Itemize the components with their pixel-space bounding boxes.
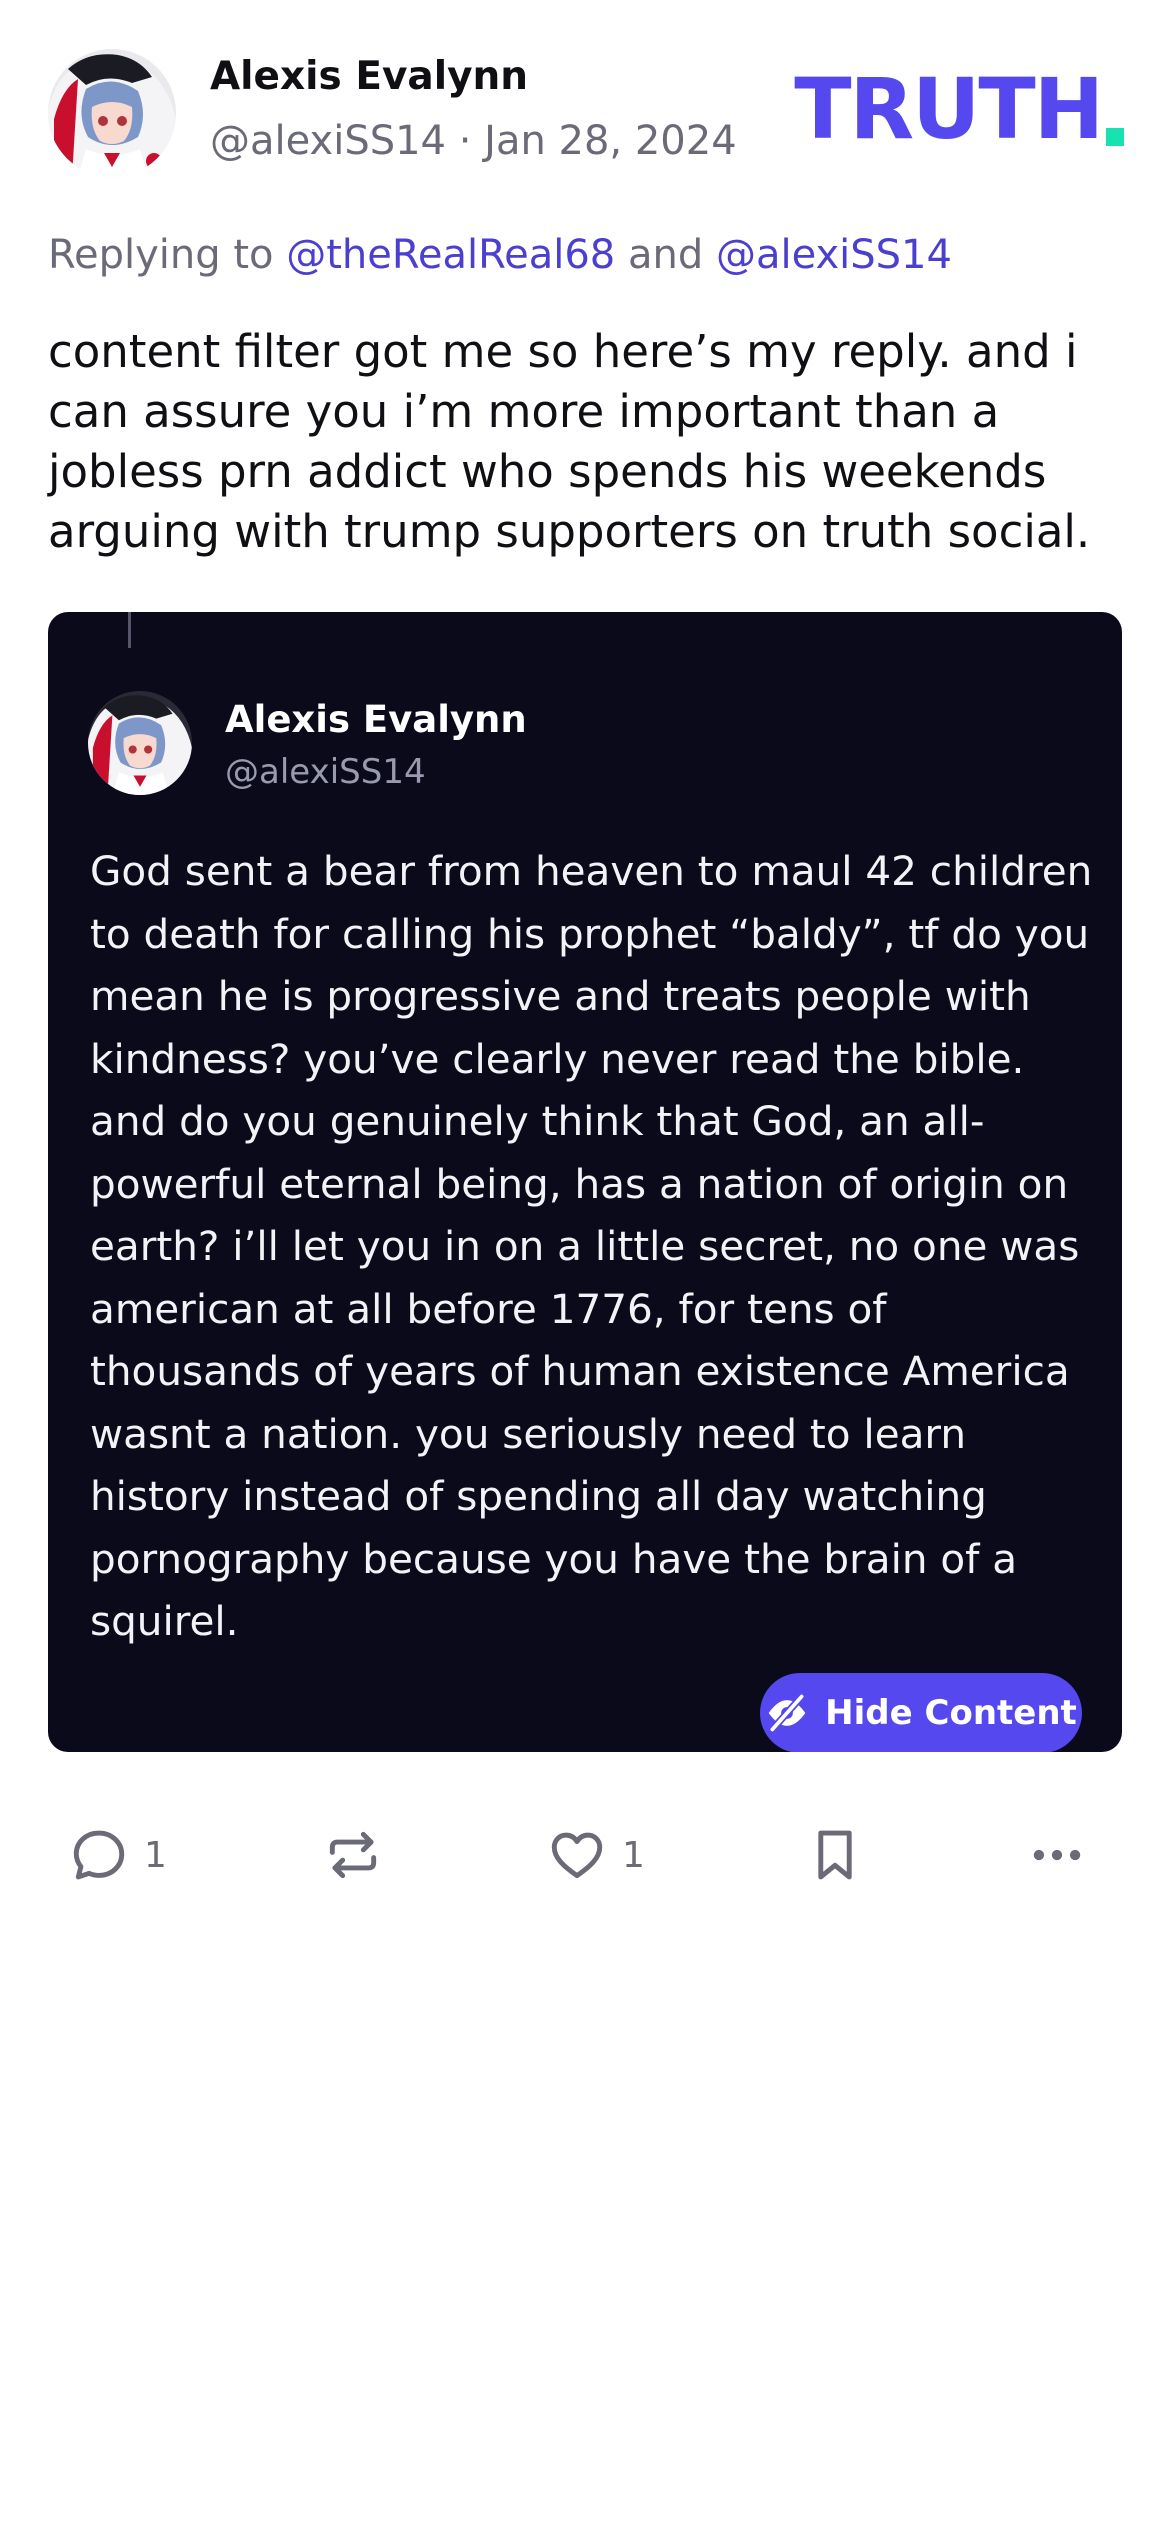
author-display-name[interactable]: Alexis Evalynn (210, 54, 528, 99)
bookmark-button[interactable] (804, 1815, 866, 1895)
quoted-author-avatar (88, 691, 192, 795)
mention-link-therealreal68[interactable]: @theRealReal68 (286, 232, 615, 278)
mention-link-alexiss14[interactable]: @alexiSS14 (716, 232, 952, 278)
quoted-post-text: God sent a bear from heaven to maul 42 c… (90, 847, 1093, 1645)
quoted-handle: @alexiSS14 (225, 752, 426, 792)
replying-conjunction: and (627, 232, 704, 278)
author-avatar[interactable] (48, 49, 176, 177)
replying-prefix: Replying to (48, 232, 274, 278)
more-icon (1033, 1849, 1081, 1861)
truth-social-logo: TRUTH (794, 60, 1124, 158)
logo-text: TRUTH (794, 60, 1104, 158)
hide-content-label: Hide Content (825, 1693, 1077, 1733)
like-button[interactable]: 1 (546, 1815, 645, 1895)
eye-slash-icon (768, 1692, 806, 1734)
author-handle-date: @alexiSS14 · Jan 28, 2024 (210, 118, 737, 164)
reply-count: 1 (144, 1834, 167, 1876)
anime-avatar-icon (88, 691, 192, 795)
comment-icon (73, 1830, 125, 1880)
heart-icon (551, 1832, 603, 1879)
truth-post: Alexis Evalynn @alexiSS14 · Jan 28, 2024… (0, 0, 1170, 2547)
reply-button[interactable]: 1 (68, 1815, 167, 1895)
repost-icon (329, 1831, 377, 1879)
quoted-display-name: Alexis Evalynn (225, 698, 527, 741)
quoted-screenshot-card: Alexis Evalynn @alexiSS14 God sent a bea… (48, 612, 1122, 1752)
bookmark-icon (818, 1830, 852, 1880)
hide-content-button[interactable]: Hide Content (760, 1673, 1082, 1752)
like-count: 1 (622, 1834, 645, 1876)
repost-button[interactable] (322, 1815, 384, 1895)
thread-line (128, 612, 131, 648)
anime-avatar-icon (48, 49, 176, 177)
logo-dot (1106, 128, 1124, 146)
post-body: content filter got me so here’s my reply… (48, 325, 1091, 558)
more-options-button[interactable] (1026, 1815, 1088, 1895)
replying-to: Replying to @theRealReal68 and @alexiSS1… (48, 232, 952, 278)
action-bar: 1 1 (0, 1815, 1170, 1895)
